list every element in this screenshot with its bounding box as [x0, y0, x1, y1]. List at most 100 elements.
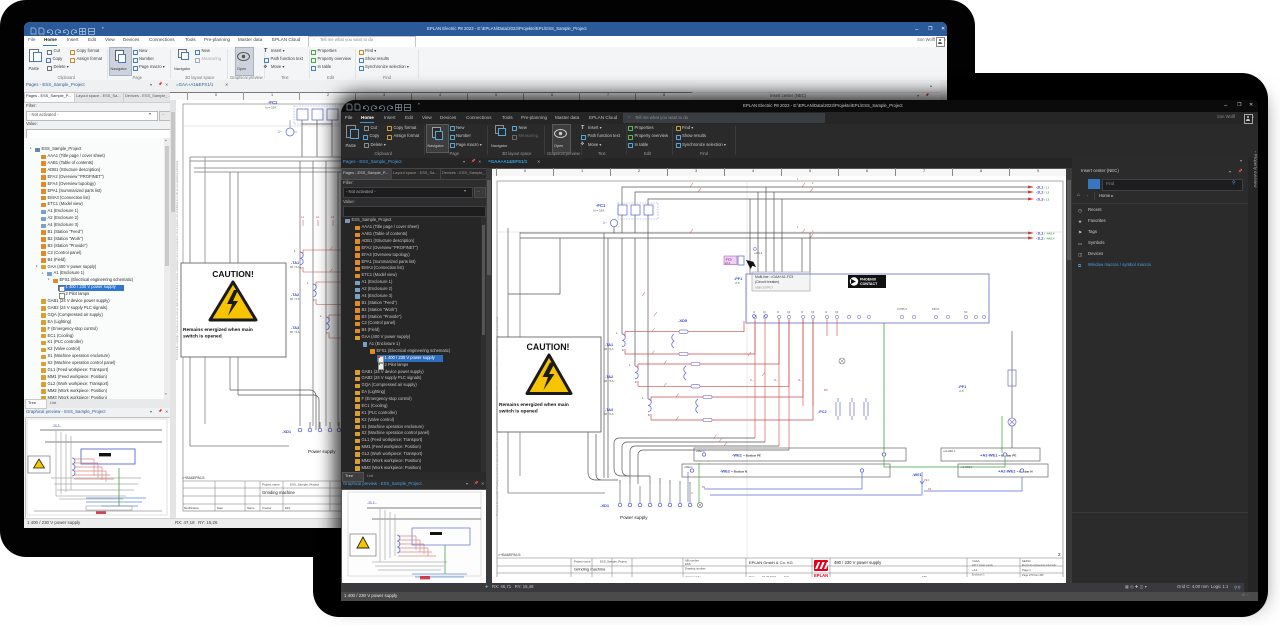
svg-text:Page 176 from 365: Page 176 from 365 [1022, 573, 1044, 577]
svg-text:-XD5: -XD5 [678, 318, 688, 323]
svg-text:In = 32A: In = 32A [265, 106, 276, 110]
svg-text:PE: PE [702, 486, 706, 489]
svg-text:Grinding machine: Grinding machine [574, 567, 606, 572]
svg-text:NC: NC [964, 311, 968, 314]
svg-text:I4: I4 [825, 311, 828, 314]
svg-text:Q1: Q1 [763, 311, 767, 314]
svg-text:Q2: Q2 [787, 311, 791, 314]
svg-text:02.06.2022: 02.06.2022 [762, 575, 776, 577]
svg-text:Enclosure 1: Enclosure 1 [972, 574, 985, 577]
svg-text:Q3: Q3 [811, 311, 815, 314]
svg-text:Creator: Creator [262, 506, 271, 510]
svg-text:+A1: +A1 [972, 568, 977, 572]
svg-text:-1L2 / -4A/L4: -1L2 / -4A/L4 [1036, 237, 1055, 241]
svg-text:96 / 5 A: 96 / 5 A [604, 412, 614, 416]
svg-text:I3: I3 [801, 311, 804, 314]
svg-text:L2: L2 [316, 215, 320, 219]
svg-text:96 / 5 A: 96 / 5 A [604, 379, 614, 383]
svg-text:PE4: PE4 [924, 478, 929, 482]
svg-text:Remains energized when main: Remains energized when main [183, 327, 253, 333]
svg-text:CAUTION!: CAUTION! [526, 342, 569, 352]
svg-text:1L: 1L [750, 378, 753, 382]
svg-text:ESS_Sample_Project: ESS_Sample_Project [600, 560, 627, 564]
svg-text:-W01: -W01 [912, 472, 922, 477]
svg-text:I1: I1 [753, 311, 756, 314]
svg-text:EPL: EPL [285, 506, 291, 510]
svg-text:16 A: 16 A [725, 261, 730, 265]
svg-text:K: K [300, 266, 302, 270]
svg-text:L: L [320, 314, 322, 318]
svg-text:(Circuit breaker): (Circuit breaker) [755, 280, 779, 284]
svg-text:L: L [642, 396, 644, 400]
svg-text:2: 2 [812, 181, 814, 185]
svg-text:-2L1 / L1: -2L1 / L1 [1036, 186, 1050, 190]
svg-text:1~: 1~ [603, 221, 607, 225]
svg-text:-XD1: -XD1 [282, 429, 292, 434]
svg-text:switch is opened: switch is opened [183, 334, 222, 340]
svg-text:N4: N4 [928, 487, 932, 491]
svg-text:Protected by copyright. Passin: Protected by copyright. Passing on as we… [175, 160, 179, 360]
svg-text:L: L [629, 363, 631, 367]
svg-text:2LB: 2LB [735, 281, 740, 285]
svg-text:Drawing number: Drawing number [685, 567, 706, 571]
svg-text:EPLAN GmbH & Co. KG: EPLAN GmbH & Co. KG [749, 560, 793, 565]
svg-text:L3: L3 [331, 215, 335, 219]
svg-text:Electrical engineering schemat: Electrical engineering schematic [1022, 564, 1057, 567]
svg-text:I2: I2 [777, 311, 780, 314]
svg-text:-FC5: -FC5 [725, 257, 732, 261]
svg-text:ADB OUTPUT: ADB OUTPUT [755, 286, 773, 290]
svg-text:Power supply: Power supply [620, 515, 648, 520]
svg-text:480 / 230 V power supply: 480 / 230 V power supply [834, 560, 882, 565]
svg-text:INPUT: INPUT [932, 308, 940, 311]
svg-text:BN: BN [824, 388, 828, 392]
svg-text:K: K [648, 413, 650, 417]
svg-text:CAUTION!: CAUTION! [212, 269, 254, 279]
svg-text:-PC2: -PC2 [818, 410, 827, 414]
svg-text:2L: 2L [774, 378, 777, 382]
svg-text:96 / 5 A: 96 / 5 A [290, 297, 300, 301]
svg-text:2: 2 [812, 229, 814, 233]
svg-text:L: L [616, 331, 618, 335]
svg-text:K: K [326, 331, 328, 335]
svg-text:-2L1..: -2L1.. [52, 423, 62, 428]
svg-text:-FC1: -FC1 [268, 100, 278, 105]
svg-text:ESS_Sample_Project: ESS_Sample_Project [290, 483, 319, 487]
svg-text:Power supply: Power supply [308, 449, 336, 454]
svg-text:+A2-WE1.1: +A2-WE1.1 [943, 450, 956, 453]
svg-text:Project name: Project name [574, 560, 591, 564]
svg-text:&EFS1: &EFS1 [1022, 559, 1031, 563]
svg-text:Project name: Project name [262, 483, 280, 487]
svg-text:Grinding machine: Grinding machine [262, 490, 295, 495]
svg-text:2LB: 2LB [959, 389, 964, 393]
svg-text:OUTPUT: OUTPUT [897, 308, 907, 311]
svg-text:1: 1 [797, 225, 799, 229]
svg-text:-WE2 = Busbar N: -WE2 = Busbar N [720, 469, 747, 474]
svg-text:L: L [307, 281, 309, 285]
svg-text:-2L1..: -2L1.. [367, 500, 377, 505]
svg-text:+A2-WE1 = Busbar PE: +A2-WE1 = Busbar PE [980, 453, 1016, 458]
svg-text:ESS: ESS [685, 562, 691, 566]
svg-text:Date: Date [217, 506, 223, 510]
svg-text:+MD;4: +MD;4 [754, 251, 763, 255]
svg-text:3L: 3L [798, 378, 801, 382]
svg-text:96 / 5 A: 96 / 5 A [290, 330, 300, 334]
svg-text:-WE1 = Busbar PE: -WE1 = Busbar PE [732, 453, 761, 458]
svg-text:Approved by: Approved by [685, 575, 701, 577]
svg-text:L1: L1 [301, 215, 305, 219]
svg-text:EPL: EPL [922, 575, 928, 577]
svg-text:=+B4&EPA1/1: =+B4&EPA1/1 [498, 553, 521, 557]
svg-text:EPLAN: EPLAN [814, 573, 828, 577]
svg-text:=+B4&EPA1/1: =+B4&EPA1/1 [182, 476, 205, 480]
svg-text:CONTACT: CONTACT [860, 282, 878, 286]
svg-text:L: L [294, 249, 296, 253]
svg-text:-1L1 / -4A/L4: -1L1 / -4A/L4 [1036, 232, 1055, 236]
svg-text:switch is opened: switch is opened [499, 409, 538, 415]
svg-text:K: K [622, 348, 624, 352]
svg-text:K: K [313, 298, 315, 302]
svg-text:-2L2 / L2: -2L2 / L2 [1036, 191, 1050, 195]
svg-text:Date: Date [749, 575, 755, 577]
svg-text:+A2-WE2.1: +A2-WE2.1 [960, 466, 973, 469]
svg-text:-XD1: -XD1 [600, 503, 610, 508]
svg-text:=GAA: =GAA [972, 559, 980, 563]
svg-text:Multi-line: =GAA+A1-FC5: Multi-line: =GAA+A1-FC5 [755, 275, 793, 279]
